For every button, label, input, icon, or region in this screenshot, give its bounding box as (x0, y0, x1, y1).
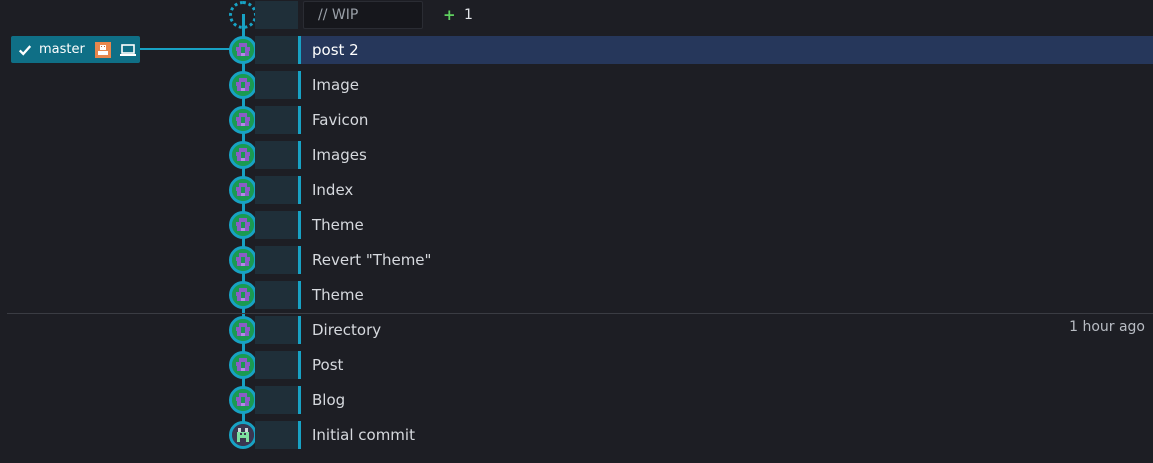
wip-node-icon (229, 1, 257, 29)
row-marker (298, 36, 301, 64)
graph-cell (255, 386, 298, 414)
row-marker (298, 176, 301, 204)
author-avatar[interactable] (229, 246, 257, 274)
row-marker (298, 211, 301, 239)
commit-row[interactable]: Revert "Theme" (0, 245, 1153, 280)
graph-cell (255, 246, 298, 274)
author-avatar[interactable] (229, 71, 257, 99)
commit-message: Image (312, 76, 359, 94)
wip-added-count: 1 (464, 7, 473, 23)
commit-row[interactable]: Images (0, 140, 1153, 175)
commit-row[interactable]: Theme (0, 210, 1153, 245)
commit-row[interactable]: Blog (0, 385, 1153, 420)
commit-row[interactable]: Index (0, 175, 1153, 210)
row-marker (298, 421, 301, 449)
row-marker (298, 141, 301, 169)
author-avatar[interactable] (229, 176, 257, 204)
row-marker (298, 316, 301, 344)
commit-message: Post (312, 356, 344, 374)
commit-row[interactable]: Directory 1 hour ago (0, 315, 1153, 350)
commit-message: Initial commit (312, 426, 415, 444)
commit-message: Directory (312, 321, 382, 339)
row-marker (298, 106, 301, 134)
commit-row[interactable]: Theme (0, 280, 1153, 315)
graph-cell (255, 36, 298, 64)
commit-message: Images (312, 146, 367, 164)
graph-cell (255, 106, 298, 134)
graph-cell (255, 211, 298, 239)
author-avatar[interactable] (229, 141, 257, 169)
commit-row[interactable]: Initial commit (0, 420, 1153, 455)
graph-cell (255, 281, 298, 309)
commit-row[interactable]: post 2 (0, 35, 1153, 70)
commit-message: Favicon (312, 111, 369, 129)
wip-message-input[interactable]: // WIP (303, 1, 423, 29)
row-marker (298, 71, 301, 99)
author-avatar[interactable] (229, 421, 257, 449)
commit-message: Blog (312, 391, 346, 409)
graph-cell (255, 1, 298, 29)
commit-timestamp: 1 hour ago (1069, 319, 1145, 335)
commit-message: Theme (312, 286, 364, 304)
row-marker (298, 281, 301, 309)
graph-cell (255, 316, 298, 344)
selection-highlight (300, 36, 1153, 64)
row-marker (298, 246, 301, 274)
commit-message: Revert "Theme" (312, 251, 432, 269)
graph-cell (255, 141, 298, 169)
graph-cell (255, 351, 298, 379)
commit-row[interactable]: Post (0, 350, 1153, 385)
row-marker (298, 386, 301, 414)
author-avatar[interactable] (229, 36, 257, 64)
author-avatar[interactable] (229, 316, 257, 344)
plus-icon: + (443, 6, 456, 24)
commit-row[interactable]: Image (0, 70, 1153, 105)
author-avatar[interactable] (229, 211, 257, 239)
graph-cell (255, 176, 298, 204)
author-avatar[interactable] (229, 106, 257, 134)
author-avatar[interactable] (229, 281, 257, 309)
author-avatar[interactable] (229, 386, 257, 414)
commit-row[interactable]: Favicon (0, 105, 1153, 140)
commit-message: post 2 (312, 41, 359, 59)
author-avatar[interactable] (229, 351, 257, 379)
row-marker (298, 351, 301, 379)
graph-cell (255, 421, 298, 449)
commit-message: Index (312, 181, 354, 199)
commit-message: Theme (312, 216, 364, 234)
wip-row[interactable]: // WIP + 1 (0, 0, 1153, 35)
graph-cell (255, 71, 298, 99)
